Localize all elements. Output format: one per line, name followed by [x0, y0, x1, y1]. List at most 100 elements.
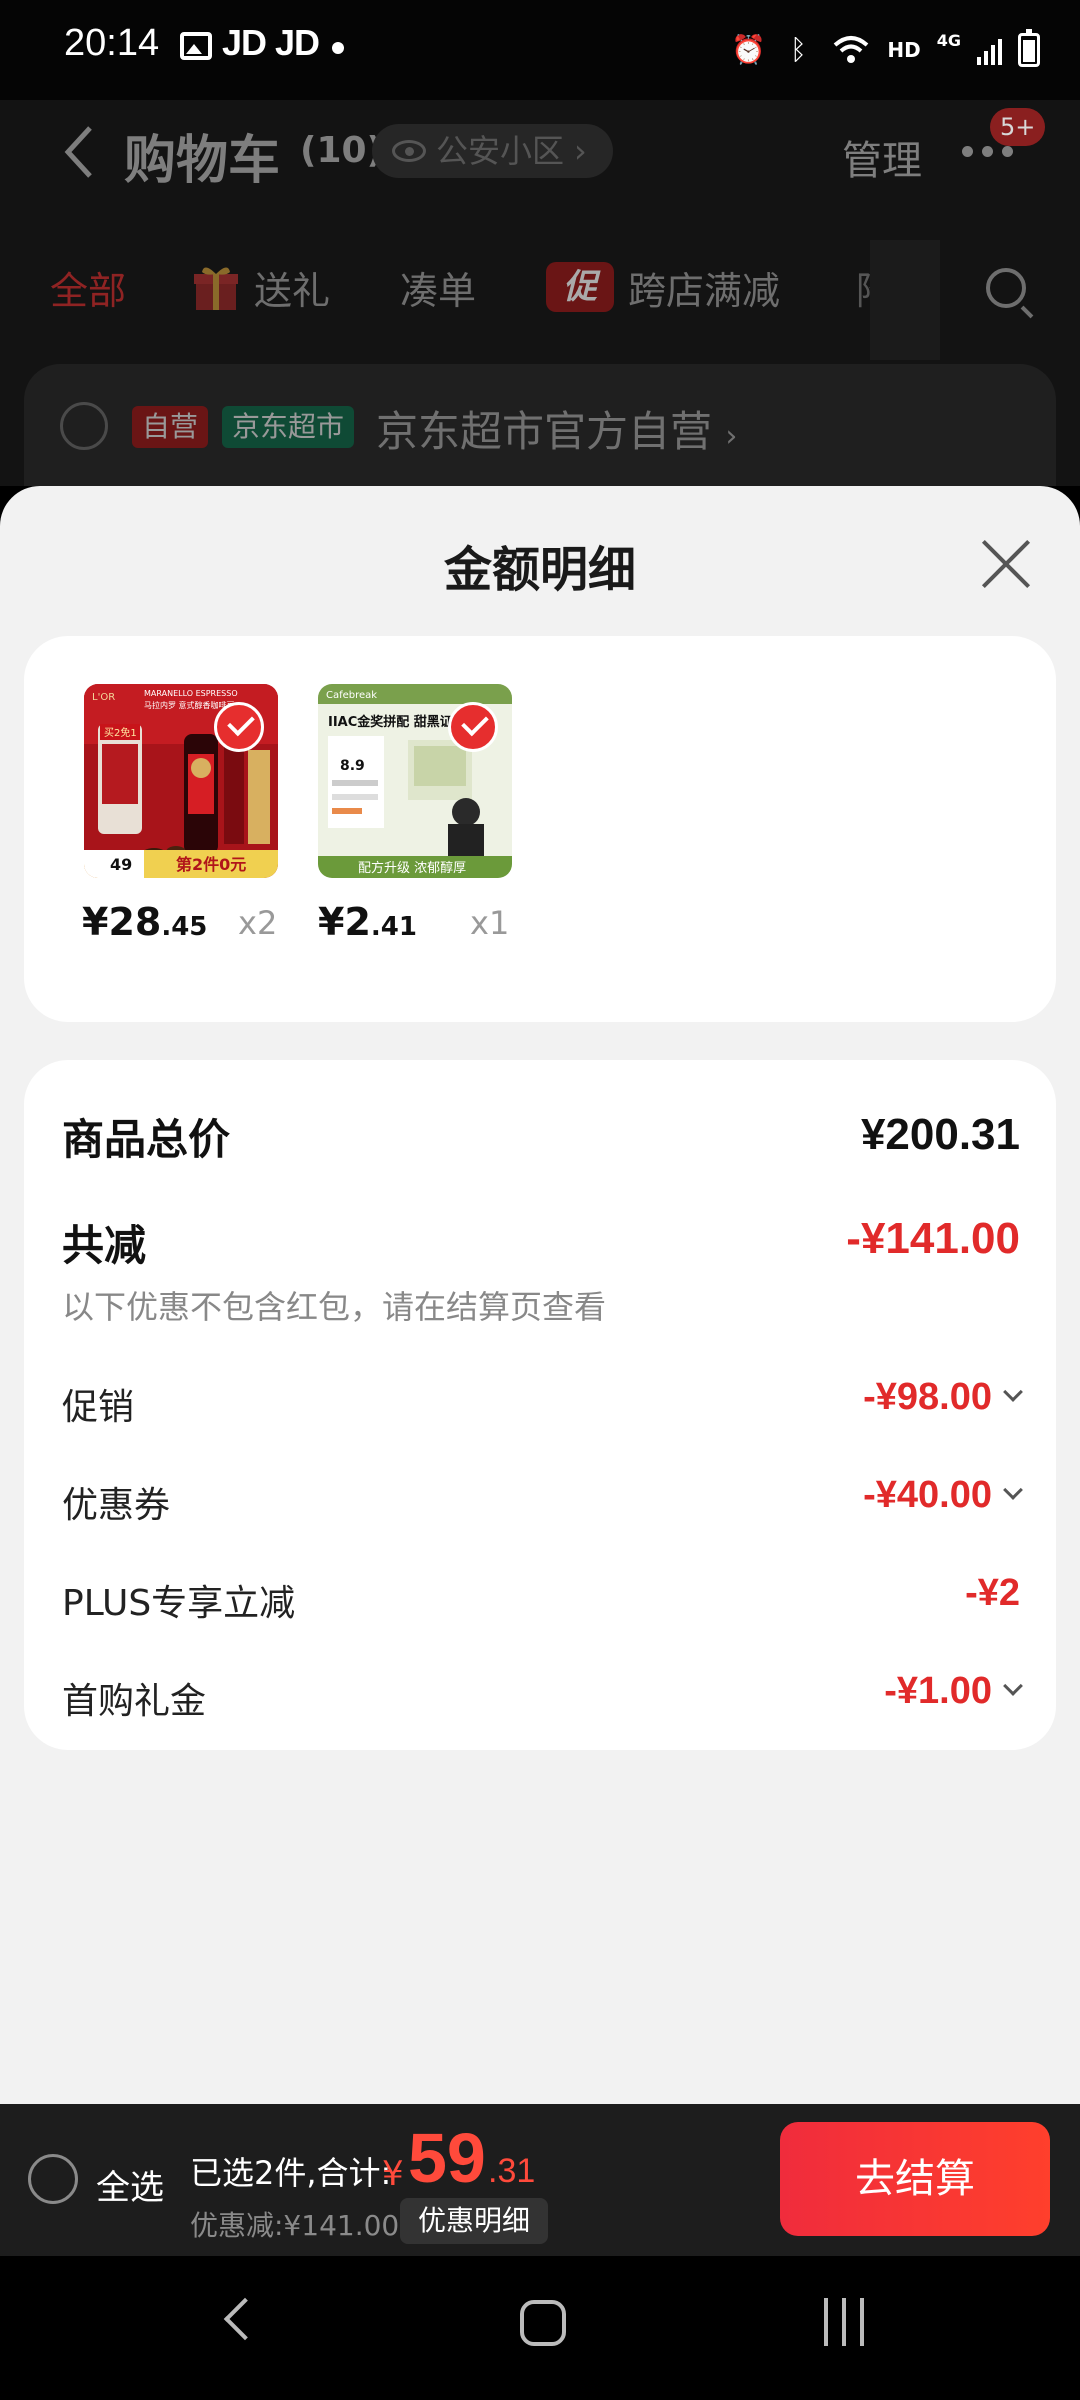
self-operated-tag: 自营 — [132, 406, 209, 448]
promo-icon: 促 — [546, 262, 614, 312]
reduction-note: 以下优惠不包含红包，请在结算页查看 — [62, 1288, 607, 1326]
chevron-right-icon: › — [574, 132, 587, 170]
amount-detail-sheet: 金额明细 L'OR MARANELLO ESPRESSO 马拉内罗 意式醇香咖啡… — [0, 486, 1080, 2104]
chevron-down-icon — [1003, 1382, 1023, 1402]
promo-value-row[interactable]: -¥98.00 — [863, 1376, 1023, 1419]
total-currency: ¥ — [382, 2154, 404, 2194]
product-image-1[interactable]: L'OR MARANELLO ESPRESSO 马拉内罗 意式醇香咖啡豆 买2免… — [84, 684, 278, 878]
system-nav-bar — [0, 2256, 1080, 2400]
store-name-label: 京东超市官方自营 — [376, 407, 713, 456]
status-time: 20:14 — [64, 22, 160, 64]
nav-home-icon[interactable] — [520, 2300, 566, 2346]
p2-brand: Cafebreak — [326, 690, 377, 701]
more-icon[interactable] — [962, 146, 1013, 157]
supermarket-tag: 京东超市 — [222, 406, 355, 448]
selected-count: 已选2件,合计: — [190, 2154, 392, 2192]
cart-count: (10) — [300, 130, 384, 171]
tab-gift[interactable]: 送礼 — [254, 260, 330, 315]
discount-detail-button[interactable]: 优惠明细 — [400, 2198, 549, 2244]
product-image-2[interactable]: Cafebreak IIAC金奖拼配 甜黑证 8.9 配方升级 浓郁醇厚 — [318, 684, 512, 878]
selected-check-icon — [214, 702, 264, 752]
reduction-label: 共减 — [62, 1221, 147, 1270]
nav-back-icon[interactable] — [223, 2297, 267, 2341]
coupon-value-row[interactable]: -¥40.00 — [863, 1474, 1023, 1517]
manage-button[interactable]: 管理 — [842, 128, 922, 186]
close-icon[interactable] — [978, 536, 1034, 592]
status-icons: ⏰ ᛒ HD 4G — [731, 22, 1040, 78]
hd-label: HD — [887, 38, 921, 62]
location-selector[interactable]: 公安小区 › — [372, 124, 613, 178]
total-amount-int: 59 — [408, 2119, 486, 2197]
first-buy-value-row[interactable]: -¥1.00 — [884, 1670, 1023, 1713]
reduction-value: -¥141.00 — [846, 1214, 1020, 1263]
price-dec: .41 — [370, 912, 417, 942]
cart-page-background: 购物车 (10) 公安小区 › 管理 5+ 全部 送礼 凑单 促 跨店满减 降价… — [0, 100, 1080, 486]
chevron-down-icon — [1003, 1676, 1023, 1696]
wifi-icon — [834, 36, 869, 63]
cart-header: 购物车 (10) 公安小区 › 管理 5+ — [0, 100, 1080, 220]
location-label: 公安小区 — [436, 132, 565, 170]
message-badge: 5+ — [990, 108, 1046, 146]
alarm-icon: ⏰ — [731, 33, 767, 66]
products-card: L'OR MARANELLO ESPRESSO 马拉内罗 意式醇香咖啡豆 买2免… — [24, 636, 1056, 1022]
tab-cross-store[interactable]: 跨店满减 — [628, 260, 780, 315]
coupon-value: -¥40.00 — [863, 1474, 992, 1516]
p1-price: 49 — [110, 855, 132, 874]
promo-value: -¥98.00 — [863, 1376, 992, 1418]
plus-value: -¥2 — [965, 1572, 1020, 1614]
p1-tag: 买2免1 — [104, 726, 137, 739]
sheet-title: 金额明细 — [443, 542, 636, 598]
gift-icon — [194, 267, 238, 310]
eye-icon — [392, 140, 426, 162]
status-bar: 20:14 JD JD ⏰ ᛒ HD 4G — [0, 0, 1080, 100]
signal-icon — [977, 35, 1002, 65]
tab-all[interactable]: 全部 — [50, 260, 126, 315]
p2-price: 8.9 — [340, 758, 365, 774]
p1-brand: L'OR — [92, 692, 115, 703]
page-title: 购物车 — [124, 131, 281, 191]
network-label: 4G — [936, 30, 961, 50]
total-label: 商品总价 — [62, 1115, 231, 1164]
product-qty-2: x1 — [470, 904, 510, 942]
price-dec: .45 — [161, 912, 208, 942]
plus-label: PLUS专享立减 — [62, 1583, 296, 1624]
notification-dot-icon — [332, 42, 344, 54]
first-buy-label: 首购礼金 — [62, 1681, 207, 1722]
total-amount-dec: .31 — [488, 2152, 536, 2190]
total-value: ¥200.31 — [860, 1110, 1020, 1159]
store-card: 自营 京东超市 京东超市官方自营 › — [24, 364, 1056, 486]
first-buy-value: -¥1.00 — [884, 1670, 992, 1712]
status-apps: JD JD — [222, 22, 320, 63]
checkout-button[interactable]: 去结算 — [780, 2122, 1050, 2236]
tabs-fade — [870, 240, 940, 360]
price-int: ¥28 — [82, 900, 162, 944]
p1-title: MARANELLO ESPRESSO — [144, 689, 238, 698]
product-price-1: ¥28.45 — [82, 900, 207, 944]
nav-recent-apps-icon[interactable] — [824, 2298, 864, 2346]
select-all-radio[interactable] — [28, 2154, 78, 2204]
coupon-label: 优惠券 — [62, 1485, 171, 1526]
chevron-right-icon: › — [725, 419, 738, 454]
selected-check-icon — [448, 702, 498, 752]
store-select-radio[interactable] — [60, 402, 108, 450]
bluetooth-icon: ᛒ — [789, 33, 807, 66]
discount-summary: 优惠减:¥141.00 — [190, 2209, 400, 2242]
tab-bundle[interactable]: 凑单 — [400, 260, 476, 315]
store-name[interactable]: 京东超市官方自营 › — [376, 398, 737, 459]
p2-title: IIAC金奖拼配 甜黑证 — [328, 714, 453, 730]
p2-banner: 配方升级 浓郁醇厚 — [358, 860, 466, 876]
product-price-2: ¥2.41 — [318, 900, 417, 944]
checkout-bar: 全选 已选2件,合计: ¥ 59 .31 优惠减:¥141.00 优惠明细 去结… — [0, 2104, 1080, 2256]
battery-icon — [1018, 29, 1040, 67]
price-summary-card: 商品总价 ¥200.31 共减 -¥141.00 以下优惠不包含红包，请在结算页… — [24, 1060, 1056, 1750]
price-int: ¥2 — [318, 900, 371, 944]
gallery-icon — [180, 32, 212, 60]
promo-label: 促销 — [62, 1387, 135, 1428]
product-qty-1: x2 — [238, 904, 278, 942]
back-icon[interactable] — [62, 122, 96, 182]
filter-tabs: 全部 送礼 凑单 促 跨店满减 降价 — [0, 240, 1080, 360]
p1-banner: 第2件0元 — [176, 855, 246, 874]
select-all-label[interactable]: 全选 — [96, 2160, 164, 2209]
search-icon[interactable] — [986, 268, 1026, 308]
chevron-down-icon — [1003, 1480, 1023, 1500]
